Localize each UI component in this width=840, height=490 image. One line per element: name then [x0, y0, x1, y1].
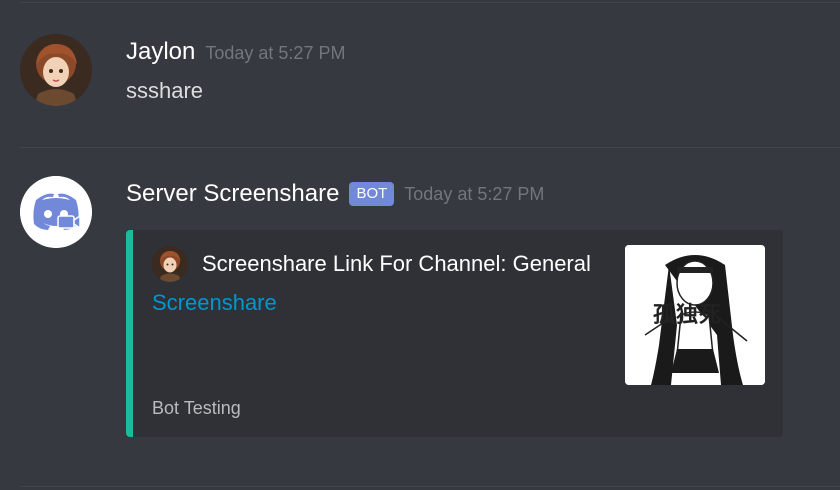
embed-author-avatar-icon [152, 246, 188, 282]
anime-girl-avatar-icon [20, 34, 92, 106]
timestamp: Today at 5:27 PM [205, 43, 346, 63]
chat-view: Jaylon Today at 5:27 PM ssshare Server S… [0, 0, 840, 490]
rich-embed: Screenshare Link For Channel: General Sc… [126, 230, 783, 437]
message-divider [20, 147, 840, 148]
embed-title: Screenshare Link For Channel: General [202, 251, 591, 276]
timestamp: Today at 5:27 PM [404, 183, 545, 204]
screenshare-link[interactable]: Screenshare [152, 290, 277, 316]
bot-avatar[interactable] [20, 176, 92, 248]
message-divider [20, 486, 840, 487]
embed-footer: Bot Testing [152, 398, 241, 418]
message-header: Server Screenshare BOT Today at 5:27 PM [126, 180, 544, 208]
bot-username[interactable]: Server Screenshare [126, 180, 339, 208]
message-divider [20, 2, 840, 3]
message-content: ssshare [126, 78, 204, 103]
embed-thumbnail[interactable]: 孤独死 [625, 245, 765, 385]
bot-tag-badge: BOT [349, 182, 395, 206]
discord-logo-icon [20, 176, 92, 248]
thumbnail-caption: 孤独死 [653, 303, 723, 328]
username[interactable]: Jaylon [126, 38, 195, 66]
message-header: Jaylon Today at 5:27 PM [126, 38, 345, 66]
embed-author: Screenshare Link For Channel: General [152, 246, 591, 282]
user-avatar[interactable] [20, 34, 92, 106]
